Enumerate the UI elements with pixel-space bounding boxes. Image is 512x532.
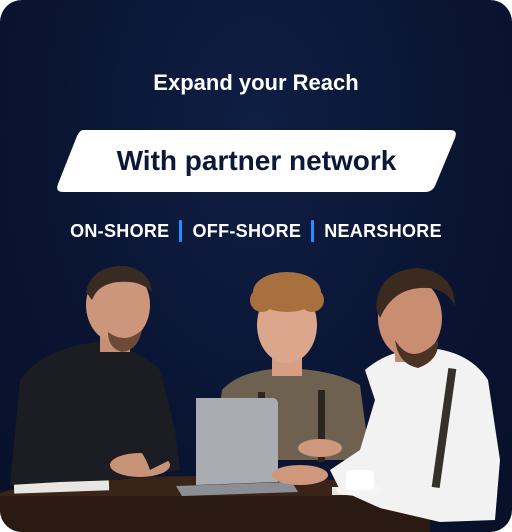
services-row: ON-SHORE OFF-SHORE NEARSHORE	[0, 220, 512, 242]
man-left	[10, 265, 180, 485]
service-offshore: OFF-SHORE	[192, 220, 302, 241]
business-meeting-photo	[0, 265, 500, 532]
banner-text: With partner network	[116, 145, 397, 176]
service-nearshore: NEARSHORE	[324, 220, 442, 241]
promo-card: Expand your Reach With partner network O…	[0, 0, 512, 532]
separator	[179, 220, 183, 242]
coffee-cup	[346, 470, 374, 490]
service-onshore: ON-SHORE	[70, 220, 170, 241]
headline: Expand your Reach	[153, 70, 359, 95]
separator	[311, 220, 315, 242]
banner: With partner network	[55, 128, 458, 194]
